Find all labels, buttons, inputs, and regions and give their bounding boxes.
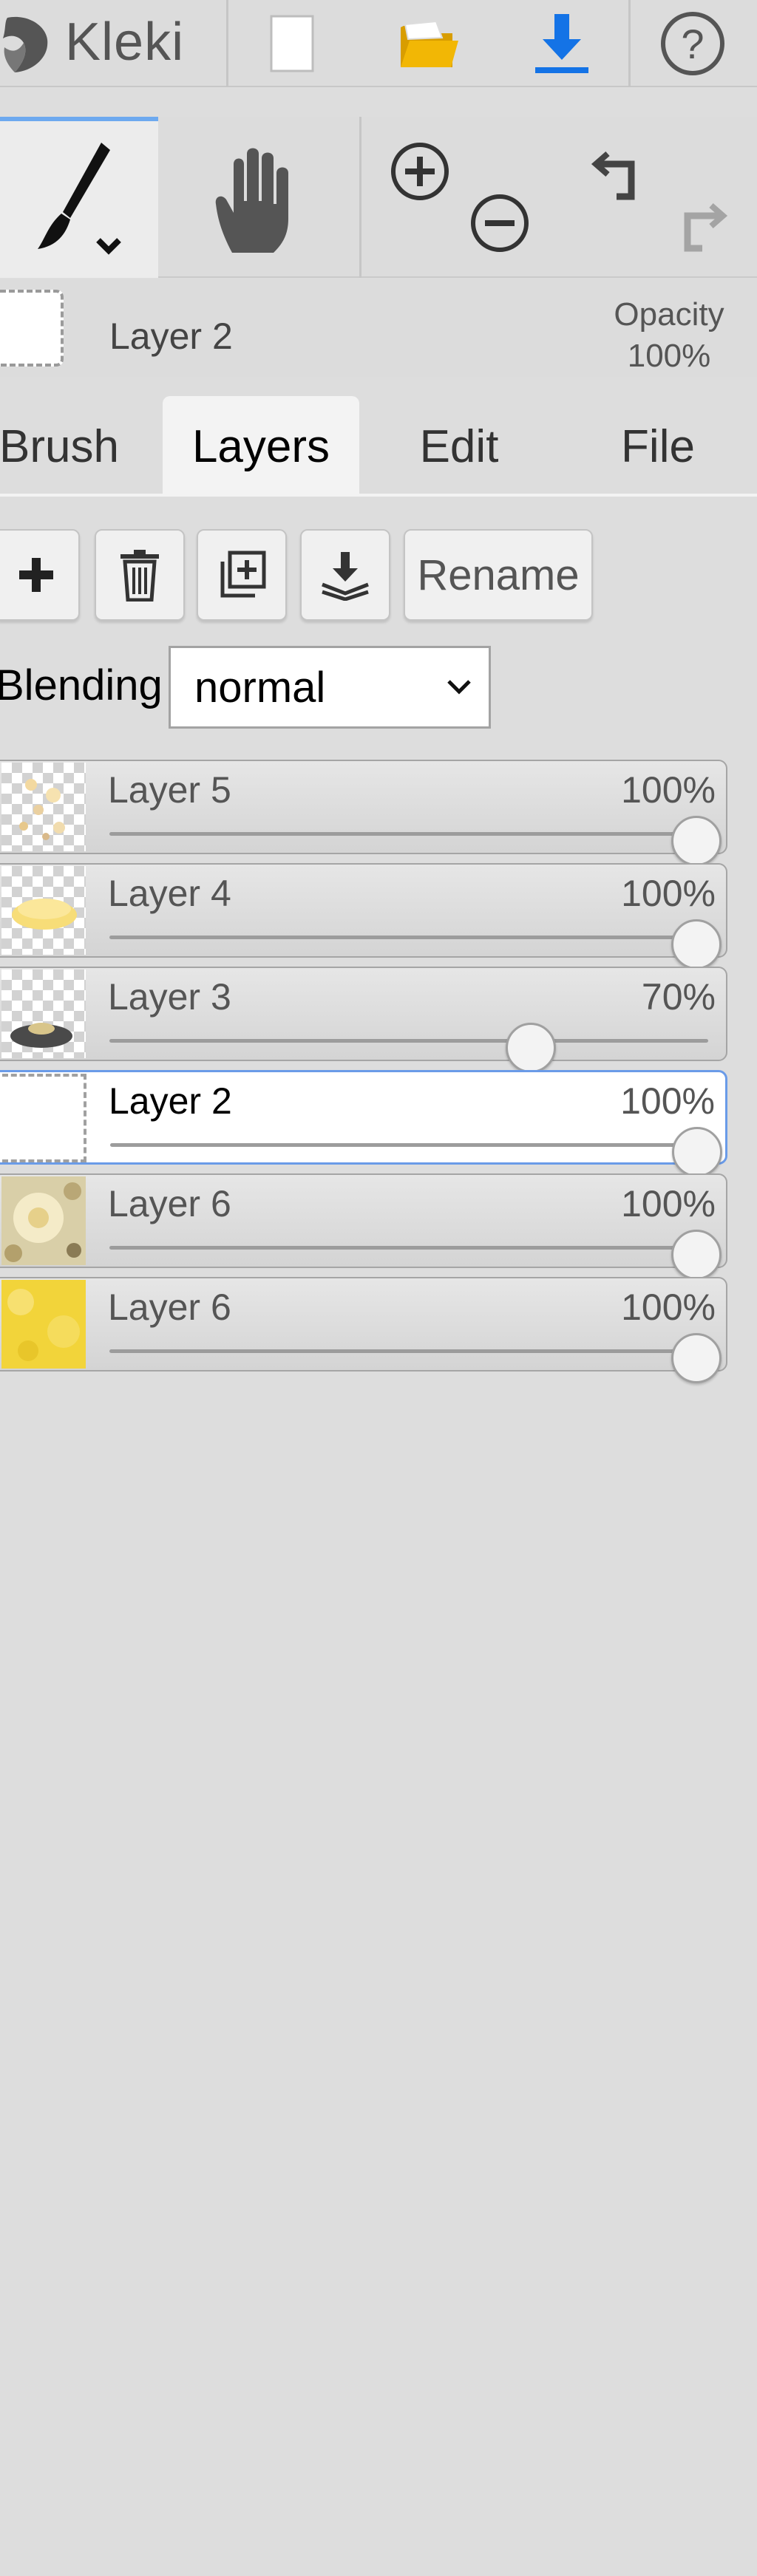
opacity-value: 100% bbox=[627, 338, 711, 374]
tab-brush[interactable]: Brush bbox=[0, 396, 133, 497]
chevron-down-icon bbox=[430, 679, 489, 695]
tab-bar: Brush Layers Edit File bbox=[0, 392, 757, 497]
open-folder-icon bbox=[401, 20, 458, 67]
layer-opacity-slider[interactable] bbox=[110, 1143, 707, 1147]
app-title: Kleki bbox=[65, 13, 185, 72]
top-bar: Kleki ? bbox=[0, 0, 757, 87]
download-button[interactable] bbox=[510, 0, 614, 87]
layer-opacity-slider[interactable] bbox=[109, 1349, 708, 1353]
layer-thumbnail bbox=[2, 1074, 86, 1162]
download-icon bbox=[535, 14, 588, 73]
blending-mode-value: normal bbox=[194, 663, 326, 712]
divider bbox=[226, 0, 228, 87]
opacity-label: Opacity bbox=[614, 296, 724, 333]
layer-name: Layer 5 bbox=[108, 769, 231, 811]
layer-opacity-value: 100% bbox=[621, 1287, 716, 1328]
duplicate-layer-button[interactable] bbox=[197, 529, 287, 621]
svg-text:?: ? bbox=[681, 21, 704, 67]
undo-icon bbox=[591, 151, 635, 200]
divider bbox=[628, 0, 631, 87]
tab-layers[interactable]: Layers bbox=[163, 396, 359, 497]
trash-icon bbox=[120, 550, 159, 602]
redo-button[interactable] bbox=[664, 191, 735, 262]
new-file-icon bbox=[270, 15, 314, 72]
layer-row[interactable]: Layer 2 100% bbox=[0, 1070, 727, 1177]
rename-layer-button[interactable]: Rename bbox=[404, 529, 593, 621]
kleki-logo-icon bbox=[3, 16, 48, 72]
tab-edit[interactable]: Edit bbox=[376, 396, 543, 497]
layer-thumbnail bbox=[1, 763, 86, 851]
tool-bar bbox=[0, 117, 757, 278]
current-layer-opacity[interactable]: Opacity 100% bbox=[591, 294, 747, 377]
layer-opacity-slider-handle[interactable] bbox=[505, 1023, 556, 1073]
merge-down-icon bbox=[322, 552, 369, 601]
layer-opacity-value: 100% bbox=[621, 1183, 716, 1224]
layer-row[interactable]: Layer 5 100% bbox=[0, 760, 727, 866]
blending-label: Blending bbox=[0, 661, 163, 709]
zoom-in-icon bbox=[391, 143, 449, 200]
hand-tool-button[interactable] bbox=[166, 117, 343, 278]
undo-button[interactable] bbox=[584, 139, 655, 210]
layer-opacity-value: 100% bbox=[621, 769, 716, 811]
delete-layer-button[interactable] bbox=[95, 529, 185, 621]
layer-opacity-value: 100% bbox=[621, 873, 716, 914]
layer-thumbnail bbox=[1, 1176, 86, 1265]
layer-opacity-slider-handle[interactable] bbox=[671, 1230, 722, 1280]
layer-thumbnail bbox=[1, 970, 86, 1058]
layer-opacity-slider[interactable] bbox=[109, 1246, 708, 1250]
layer-thumbnail bbox=[1, 1280, 86, 1369]
brush-tool-button[interactable] bbox=[0, 117, 158, 278]
layer-list: Layer 5 100% Layer 4 100% Layer 3 70% Layer 2 1… bbox=[0, 760, 757, 1383]
merge-layer-button[interactable] bbox=[300, 529, 390, 621]
zoom-out-button[interactable] bbox=[464, 188, 535, 259]
layer-name: Layer 4 bbox=[108, 873, 231, 914]
tab-file[interactable]: File bbox=[577, 396, 739, 497]
kleki-logo[interactable]: Kleki bbox=[0, 0, 226, 87]
layer-name: Layer 2 bbox=[109, 1080, 232, 1122]
duplicate-icon bbox=[220, 551, 266, 598]
plus-icon bbox=[19, 558, 53, 592]
layer-opacity-value: 100% bbox=[620, 1080, 715, 1122]
brush-icon bbox=[38, 143, 121, 255]
layer-opacity-slider[interactable] bbox=[109, 832, 708, 836]
layer-row[interactable]: Layer 3 70% bbox=[0, 967, 727, 1073]
hand-icon bbox=[215, 148, 288, 253]
open-file-button[interactable] bbox=[377, 0, 481, 87]
divider bbox=[359, 117, 361, 278]
help-button[interactable]: ? bbox=[645, 0, 741, 87]
redo-icon bbox=[684, 202, 728, 252]
layer-name: Layer 6 bbox=[108, 1183, 231, 1224]
layer-opacity-slider-handle[interactable] bbox=[671, 1333, 722, 1383]
tab-underline bbox=[0, 494, 757, 497]
layer-name: Layer 6 bbox=[108, 1287, 231, 1328]
current-layer-name: Layer 2 bbox=[109, 316, 233, 357]
layer-row[interactable]: Layer 6 100% bbox=[0, 1277, 727, 1383]
layer-opacity-slider[interactable] bbox=[109, 1039, 708, 1043]
layer-row[interactable]: Layer 4 100% bbox=[0, 863, 727, 970]
help-icon: ? bbox=[661, 12, 724, 75]
layer-thumbnail bbox=[1, 866, 86, 955]
current-layer-bar: Layer 2 Opacity 100% bbox=[0, 279, 757, 377]
layer-name: Layer 3 bbox=[108, 976, 231, 1018]
current-layer-thumbnail[interactable] bbox=[0, 290, 64, 367]
layer-opacity-slider-handle[interactable] bbox=[671, 919, 722, 970]
new-file-button[interactable] bbox=[244, 0, 340, 87]
zoom-in-button[interactable] bbox=[384, 136, 455, 207]
blending-mode-select[interactable]: normal bbox=[169, 646, 491, 729]
layer-opacity-slider-handle[interactable] bbox=[672, 1127, 722, 1177]
zoom-out-icon bbox=[471, 194, 529, 252]
layer-row[interactable]: Layer 6 100% bbox=[0, 1173, 727, 1280]
add-layer-button[interactable] bbox=[0, 529, 80, 621]
layer-opacity-slider-handle[interactable] bbox=[671, 816, 722, 866]
layer-opacity-value: 70% bbox=[641, 976, 716, 1018]
layer-opacity-slider[interactable] bbox=[109, 936, 708, 939]
